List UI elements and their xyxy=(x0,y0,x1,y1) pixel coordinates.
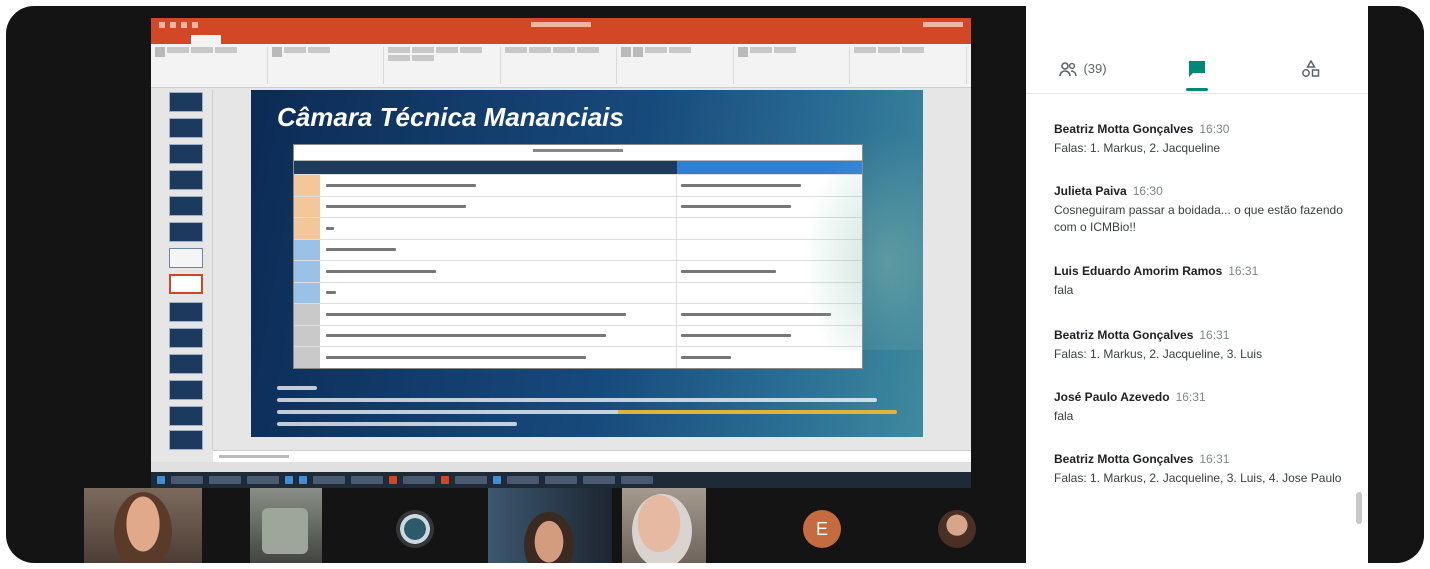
message-author: Luis Eduardo Amorim Ramos xyxy=(1054,264,1223,278)
message-text: Falas: 1. Markus, 2. Jacqueline, 3. Luis… xyxy=(1054,471,1342,485)
ppt-ribbon-tabs[interactable] xyxy=(151,31,971,44)
message-text: fala xyxy=(1054,283,1074,297)
participant-video xyxy=(262,508,308,554)
slide-thumbnail[interactable] xyxy=(169,170,203,190)
slide-notes[interactable] xyxy=(213,450,971,462)
table-row xyxy=(294,324,862,346)
ppt-ribbon[interactable] xyxy=(151,44,971,88)
participant-avatar xyxy=(938,510,976,548)
message-time: 16:31 xyxy=(1199,452,1230,466)
window-edge xyxy=(1368,6,1424,563)
table-row xyxy=(294,303,862,325)
tab-chat[interactable] xyxy=(1140,44,1254,93)
participant-avatar-initial: E xyxy=(803,510,841,548)
table-row xyxy=(294,281,862,303)
table-row xyxy=(294,195,862,217)
table-row xyxy=(294,217,862,239)
message-time: 16:31 xyxy=(1228,264,1259,278)
slide-thumbnail[interactable] xyxy=(169,302,203,322)
slide-thumbnail[interactable] xyxy=(169,354,203,374)
slide-body-text xyxy=(277,378,897,434)
ppt-title-bar xyxy=(151,18,971,31)
chat-message: Beatriz Motta Gonçalves 16:30 Falas: 1. M… xyxy=(1054,122,1354,157)
table-row xyxy=(294,260,862,282)
slide-title: Câmara Técnica Mananciais xyxy=(277,102,624,132)
slide-thumbnail[interactable] xyxy=(169,222,203,242)
message-author: Beatriz Motta Gonçalves xyxy=(1054,452,1194,466)
participant-avatar xyxy=(396,510,434,548)
participant-count: (39) xyxy=(1083,61,1107,76)
os-taskbar[interactable] xyxy=(151,472,971,488)
slide-thumbnail[interactable] xyxy=(169,406,203,426)
participant-tile[interactable] xyxy=(930,488,986,563)
tab-activities[interactable] xyxy=(1254,44,1368,93)
slide-thumbnail[interactable] xyxy=(169,380,203,400)
ppt-status-bar xyxy=(151,462,971,472)
participant-tile[interactable]: E xyxy=(792,488,852,563)
slide-thumbnail-selected[interactable] xyxy=(169,274,203,294)
slide-thumbnail[interactable] xyxy=(169,92,203,112)
chat-scrollbar[interactable] xyxy=(1356,492,1362,524)
side-panel-tabs: (39) xyxy=(1026,44,1368,94)
quick-access-toolbar[interactable] xyxy=(159,21,198,28)
message-author: Beatriz Motta Gonçalves xyxy=(1054,122,1194,136)
slide-thumbnail[interactable] xyxy=(169,248,203,268)
message-time: 16:31 xyxy=(1199,328,1230,342)
slide-thumbnail[interactable] xyxy=(169,144,203,164)
participant-video xyxy=(632,494,692,563)
meeting-window: Câmara Técnica Mananciais E (39) Beatriz… xyxy=(6,6,1424,563)
current-slide[interactable]: Câmara Técnica Mananciais xyxy=(251,90,923,437)
chat-message: Beatriz Motta Gonçalves 16:31 Falas: 1. M… xyxy=(1054,452,1354,487)
shared-screen: Câmara Técnica Mananciais xyxy=(151,18,971,488)
message-text: Cosneguiram passar a boidada... o que es… xyxy=(1054,203,1343,234)
slide-thumbnail[interactable] xyxy=(169,430,203,450)
message-time: 16:31 xyxy=(1175,390,1206,404)
slide-table[interactable] xyxy=(293,144,863,369)
message-author: José Paulo Azevedo xyxy=(1054,390,1170,404)
slide-thumbnails[interactable] xyxy=(151,90,213,450)
chat-message: Julieta Paiva 16:30 Cosneguiram passar a … xyxy=(1054,184,1354,236)
message-time: 16:30 xyxy=(1199,122,1230,136)
chat-message: Beatriz Motta Gonçalves 16:31 Falas: 1. M… xyxy=(1054,328,1354,363)
message-time: 16:30 xyxy=(1132,184,1163,198)
participant-video xyxy=(524,512,574,563)
message-author: Julieta Paiva xyxy=(1054,184,1127,198)
chat-panel: (39) Beatriz Motta Gonçalves 16:30 Falas:… xyxy=(1026,6,1368,563)
participant-tile[interactable] xyxy=(250,488,322,563)
slide-thumbnail[interactable] xyxy=(169,196,203,216)
message-text: Falas: 1. Markus, 2. Jacqueline xyxy=(1054,141,1221,155)
chat-icon xyxy=(1189,60,1205,77)
slide-thumbnail[interactable] xyxy=(169,118,203,138)
people-icon xyxy=(1059,61,1078,76)
message-text: fala xyxy=(1054,409,1074,423)
table-row xyxy=(294,238,862,260)
message-text: Falas: 1. Markus, 2. Jacqueline, 3. Luis xyxy=(1054,347,1263,361)
participant-tile[interactable] xyxy=(84,488,202,563)
participant-tile[interactable] xyxy=(390,488,442,563)
chat-message: Luis Eduardo Amorim Ramos 16:31 fala xyxy=(1054,264,1354,299)
table-row xyxy=(294,174,862,196)
participant-tile[interactable] xyxy=(488,488,612,563)
chat-message: José Paulo Azevedo 16:31 fala xyxy=(1054,390,1354,425)
participant-tile[interactable] xyxy=(622,488,706,563)
activities-icon xyxy=(1302,59,1320,77)
participant-video xyxy=(114,492,172,563)
tab-participants[interactable]: (39) xyxy=(1026,44,1140,93)
table-row xyxy=(294,346,862,368)
slide-thumbnail[interactable] xyxy=(169,328,203,348)
message-author: Beatriz Motta Gonçalves xyxy=(1054,328,1194,342)
